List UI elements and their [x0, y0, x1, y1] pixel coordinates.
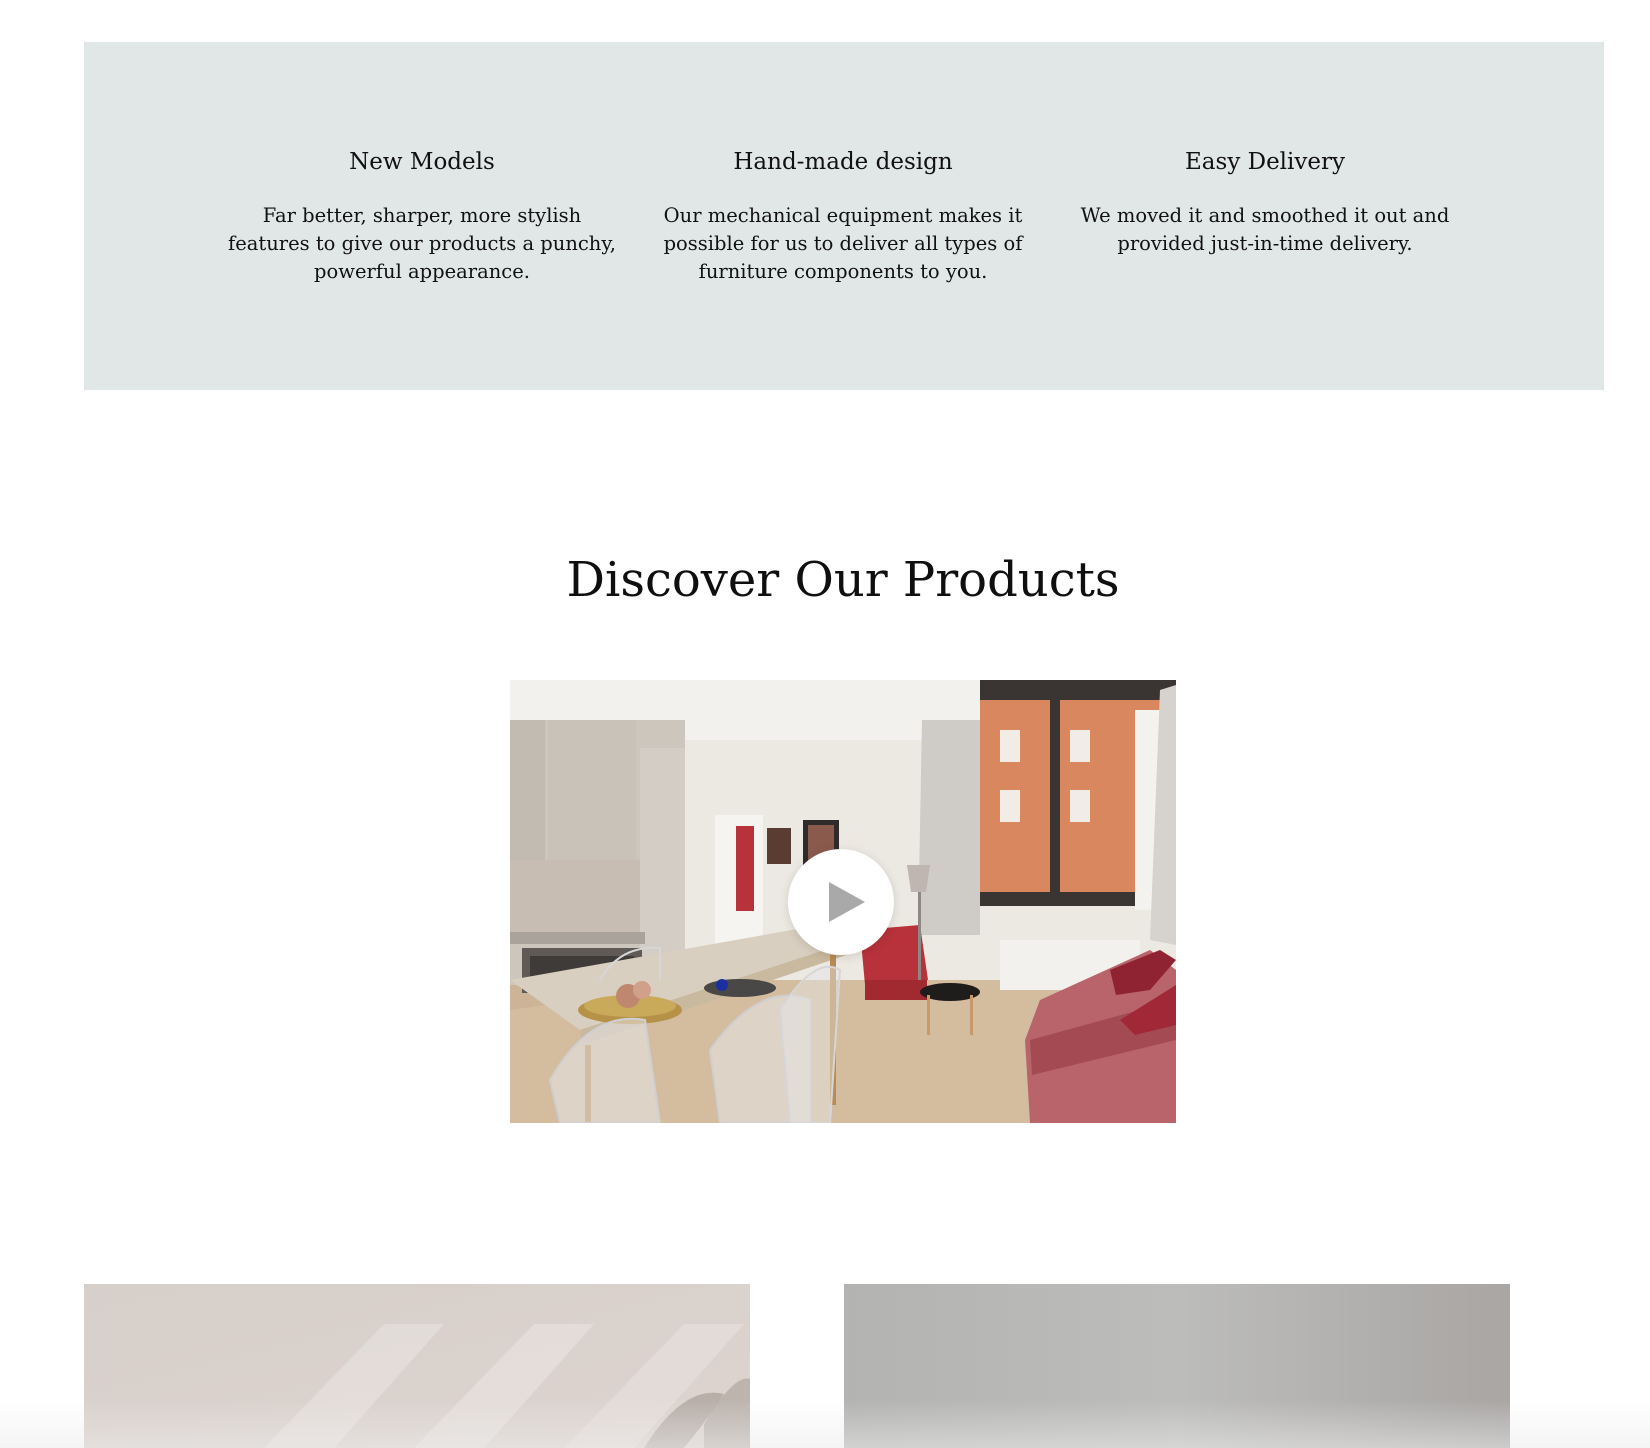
product-video[interactable] [510, 680, 1176, 1123]
feature-description: We moved it and smoothed it out and prov… [1080, 204, 1450, 255]
feature-easy-delivery: Easy Delivery We moved it and smoothed i… [1065, 146, 1465, 258]
feature-hand-made-design: Hand-made design Our mechanical equipmen… [643, 146, 1043, 286]
play-button[interactable] [788, 849, 894, 955]
play-icon [829, 882, 865, 922]
product-image-left-photo [84, 1284, 750, 1448]
section-title: Discover Our Products [566, 552, 1120, 608]
feature-title: New Models [349, 149, 495, 175]
product-image-left[interactable] [84, 1284, 750, 1448]
feature-title: Hand-made design [733, 149, 953, 175]
feature-description: Far better, sharper, more stylish featur… [228, 204, 616, 283]
product-image-right[interactable] [844, 1284, 1510, 1448]
feature-title: Easy Delivery [1185, 149, 1345, 175]
product-image-right-photo [844, 1284, 1510, 1448]
feature-description: Our mechanical equipment makes it possib… [663, 204, 1023, 283]
feature-new-models: New Models Far better, sharper, more sty… [222, 146, 622, 286]
features-section: New Models Far better, sharper, more sty… [84, 42, 1604, 390]
